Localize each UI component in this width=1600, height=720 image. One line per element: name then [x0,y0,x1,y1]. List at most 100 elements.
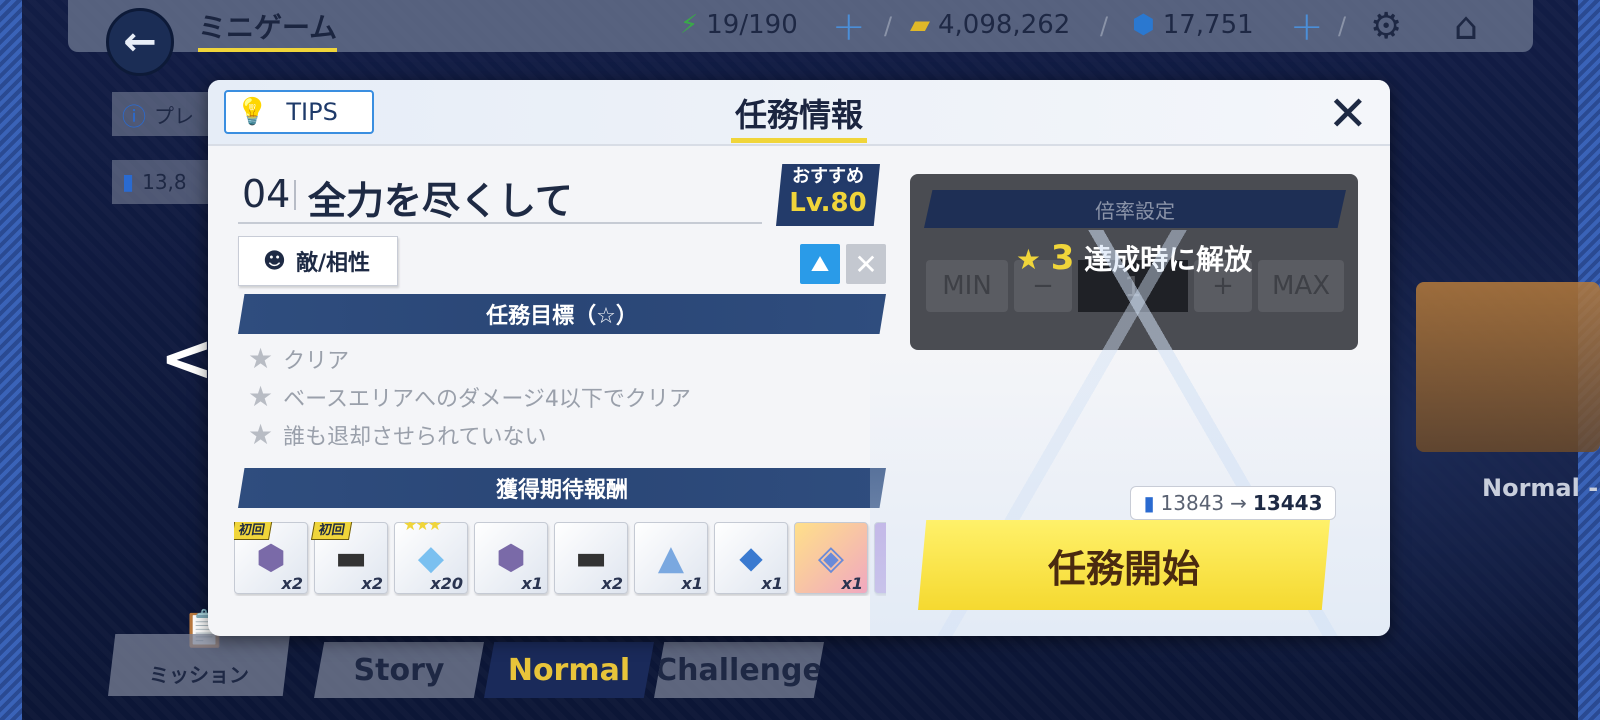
recommended-level: Lv.80 [789,188,867,218]
previous-stage-arrow-icon[interactable]: < [160,322,214,396]
reward-qty: x1 [761,574,783,593]
stage-preview-label: Normal - [1482,474,1599,502]
reward-item[interactable]: ▲ x1 [634,522,708,594]
reward-qty: x2 [361,574,383,593]
objective-item: ★ ベースエリアへのダメージ4以下でクリア [248,380,691,413]
reward-item[interactable]: ★★★ ◆ x20 [394,522,468,594]
modal-title: 任務情報 [208,90,1390,143]
three-star-tag: ★★★ [403,522,442,534]
rifle-icon: ▬ [574,538,608,578]
reward-qty: x20 [430,574,463,593]
reward-item[interactable]: 初回 ⬢ x2 [234,522,308,594]
reward-item[interactable]: 初回 ▬ x2 [310,522,388,594]
screen-title: ミニゲーム [198,6,338,52]
ticket-chip: ▮ 13,8 [112,160,222,204]
recommended-label: おすすめ [792,166,864,187]
reward-item[interactable]: ◈ x1 [794,522,868,594]
star-icon: ★ [248,342,274,375]
reward-item[interactable]: ⬢ x1 [474,522,548,594]
star-icon: ★ [248,418,274,451]
back-button[interactable]: ← [106,8,174,76]
cost-after: 13443 [1252,491,1323,515]
first-clear-tag: 初回 [234,522,274,540]
ore-icon: ▲ [657,538,685,578]
shard-icon: ◈ [817,538,845,578]
info-icon: ⓘ [122,102,146,131]
stage-preview-image[interactable] [1416,282,1600,452]
enemy-affinity-button[interactable]: ☻ 敵/相性 [238,236,398,286]
gold-value: 4,098,262 [938,10,1071,40]
reward-item[interactable]: ⬥ x1 [714,522,788,594]
reward-qty: x1 [521,574,543,593]
rewards-header: 獲得期待報酬 [238,468,886,508]
screen-edge-left [0,0,22,720]
cost-before: 13843 [1160,491,1225,515]
stamina-value: 19/190 [706,10,798,40]
mission-info-modal: 💡 TIPS 任務情報 ✕ 04 全力を尽くして おすすめ Lv.80 ☻ 敵/… [208,80,1390,636]
divider [294,180,296,210]
ticket-icon: ▮ [1143,491,1155,515]
objective-item: ★ クリア [248,342,349,375]
objective-text: 誰も退却させられていない [283,424,547,450]
enemy-affinity-label: 敵/相性 [295,251,370,276]
character-token-icon: ⬢ [256,538,286,578]
divider: / [884,12,893,40]
unlock-condition: ★ 3 達成時に解放 [910,238,1358,278]
divider: / [1100,12,1109,40]
gem-icon: ⬢ [1132,10,1155,40]
objective-item: ★ 誰も退却させられていない [248,418,546,451]
terrain-mountain-icon[interactable]: ⛰ [800,244,840,284]
ticket-cost-bubble: ▮ 13843 → 13443 [1130,486,1336,520]
tab-challenge[interactable]: Challenge [654,642,824,698]
reward-qty: x1 [841,574,863,593]
reward-item[interactable]: ▬ x2 [554,522,628,594]
tab-story[interactable]: Story [314,642,484,698]
tab-normal[interactable]: Normal [484,642,654,698]
reward-item[interactable] [874,522,886,594]
info-chip-label: プレ [154,103,194,128]
arrow-icon: → [1230,491,1247,515]
settings-gear-icon[interactable]: ⚙ [1370,6,1402,47]
star-icon: ★ [248,380,274,413]
star-icon: ★ [1015,243,1041,276]
character-token-icon: ⬢ [496,538,526,578]
stage-number: 04 [242,172,291,216]
multiplier-header: 倍率設定 [924,190,1346,228]
rifle-icon: ▬ [334,538,368,578]
stamina-display: ⚡ 19/190 [680,10,798,40]
reward-qty: x2 [281,574,303,593]
crystal-icon: ◆ [417,538,445,578]
multiplier-panel: 倍率設定 MIN − 1 + MAX ★ 3 達成時に解放 [910,174,1358,350]
potion-icon: ⬥ [739,538,763,578]
objectives-header: 任務目標（☆） [238,294,886,334]
home-icon[interactable]: ⌂ [1454,4,1478,48]
gem-value: 17,751 [1162,10,1254,40]
mission-button[interactable]: ミッション [108,634,290,696]
divider: / [1338,12,1347,40]
reward-qty: x1 [681,574,703,593]
objective-text: クリア [283,348,350,374]
start-mission-button[interactable]: 任務開始 [918,520,1330,610]
first-clear-tag: 初回 [310,522,354,540]
unlock-text: 達成時に解放 [1084,243,1253,276]
back-arrow-icon: ← [123,19,157,65]
disabled-x-icon: ✕ [846,244,886,284]
recommended-level-badge: おすすめ Lv.80 [776,164,880,226]
close-icon[interactable]: ✕ [1328,86,1368,142]
objective-text: ベースエリアへのダメージ4以下でクリア [283,386,691,412]
info-chip[interactable]: ⓘ プレ [112,92,222,136]
add-stamina-button[interactable]: + [832,4,866,50]
gold-display: ▰ 4,098,262 [910,10,1070,40]
divider [238,222,762,224]
unlock-star-count: 3 [1050,238,1075,278]
enemy-icon: ☻ [263,248,286,274]
reward-list: 初回 ⬢ x2 初回 ▬ x2 ★★★ ◆ x20 ⬢ x1 ▬ x2 ▲ x1… [234,522,886,596]
reward-qty: x2 [601,574,623,593]
gold-ticket-icon: ▰ [910,10,930,40]
ticket-icon: ▮ [122,169,135,195]
stage-name: 全力を尽くして [308,179,573,223]
lightning-icon: ⚡ [680,10,699,40]
gem-display: ⬢ 17,751 [1132,10,1254,40]
ticket-chip-label: 13,8 [142,170,187,194]
add-gem-button[interactable]: + [1290,4,1324,50]
